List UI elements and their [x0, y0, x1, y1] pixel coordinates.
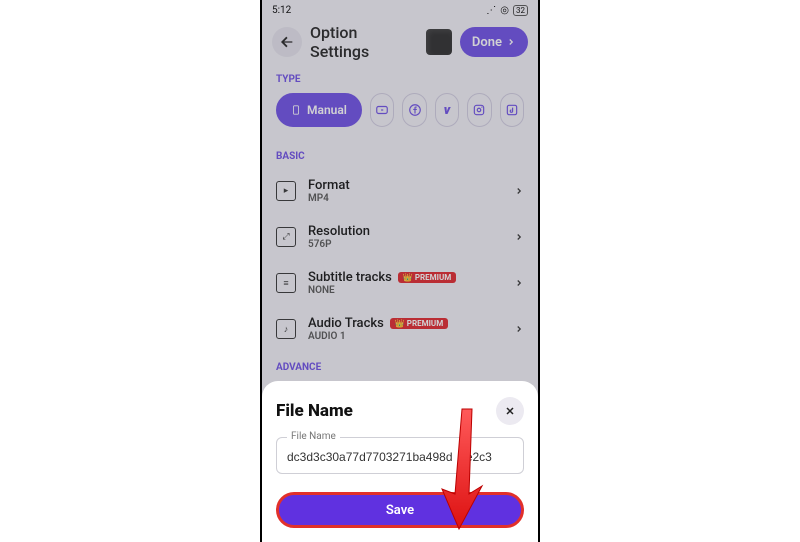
subtitle-icon: ≡	[276, 273, 296, 293]
phone-frame: 5:12 ⋰ ◎ 32 Option Settings Done TYPE Ma…	[260, 0, 540, 542]
chevron-right-icon	[506, 37, 516, 47]
close-button[interactable]	[496, 397, 524, 425]
battery-icon: 32	[513, 5, 528, 16]
type-youtube[interactable]	[370, 93, 394, 127]
filename-input[interactable]	[287, 450, 513, 464]
facebook-icon	[408, 103, 422, 117]
type-tiktok[interactable]	[500, 93, 524, 127]
premium-label: PREMIUM	[415, 273, 451, 282]
premium-badge: 👑 PREMIUM	[390, 318, 448, 329]
row-audio[interactable]: ♪ Audio Tracks 👑 PREMIUM AUDIO 1	[262, 306, 538, 352]
row-format-title: Format	[308, 178, 502, 193]
premium-label: PREMIUM	[407, 319, 443, 328]
row-audio-value: AUDIO 1	[308, 331, 502, 342]
row-resolution-title: Resolution	[308, 224, 502, 239]
filename-sheet: File Name File Name Save	[262, 381, 538, 542]
arrow-left-icon	[279, 34, 295, 50]
row-subtitle[interactable]: ≡ Subtitle tracks 👑 PREMIUM NONE	[262, 260, 538, 306]
section-type-label: TYPE	[262, 64, 538, 91]
section-basic-label: BASIC	[262, 141, 538, 168]
vimeo-icon: v	[444, 103, 451, 118]
audio-icon: ♪	[276, 319, 296, 339]
instagram-icon	[472, 103, 486, 117]
section-advance-label: ADVANCE	[262, 352, 538, 379]
back-button[interactable]	[272, 27, 302, 57]
resolution-icon: ⤢	[276, 227, 296, 247]
close-icon	[504, 405, 516, 417]
save-button[interactable]: Save	[276, 492, 524, 528]
page-title: Option Settings	[310, 23, 418, 61]
type-manual[interactable]: Manual	[276, 93, 362, 127]
type-instagram[interactable]	[467, 93, 491, 127]
type-vimeo[interactable]: v	[435, 93, 459, 127]
chevron-right-icon	[514, 184, 524, 198]
row-resolution[interactable]: ⤢ Resolution 576P	[262, 214, 538, 260]
wifi-icon: ⋰	[486, 5, 496, 16]
app-header: Option Settings Done	[262, 20, 538, 64]
phone-icon	[291, 103, 301, 117]
done-label: Done	[472, 35, 502, 50]
chevron-right-icon	[514, 322, 524, 336]
premium-badge: 👑 PREMIUM	[398, 272, 456, 283]
tiktok-icon	[505, 103, 519, 117]
chevron-right-icon	[514, 230, 524, 244]
type-manual-label: Manual	[307, 103, 347, 117]
ring-icon: ◎	[500, 5, 509, 16]
preview-thumbnail[interactable]	[426, 29, 452, 55]
type-facebook[interactable]	[402, 93, 426, 127]
row-format[interactable]: ▸ Format MP4	[262, 168, 538, 214]
filename-field-wrap: File Name	[276, 437, 524, 474]
youtube-icon	[375, 103, 389, 117]
basic-list: ▸ Format MP4 ⤢ Resolution 576P ≡ Subtitl…	[262, 168, 538, 352]
row-audio-title: Audio Tracks	[308, 316, 384, 331]
row-format-value: MP4	[308, 193, 502, 204]
format-icon: ▸	[276, 181, 296, 201]
row-subtitle-value: NONE	[308, 285, 502, 296]
sheet-title: File Name	[276, 401, 353, 421]
status-right: ⋰ ◎ 32	[486, 5, 528, 16]
type-selector: Manual v	[262, 91, 538, 141]
status-time: 5:12	[272, 5, 291, 16]
chevron-right-icon	[514, 276, 524, 290]
save-label: Save	[386, 503, 414, 518]
row-subtitle-title: Subtitle tracks	[308, 270, 392, 285]
status-bar: 5:12 ⋰ ◎ 32	[262, 0, 538, 20]
done-button[interactable]: Done	[460, 27, 528, 57]
row-resolution-value: 576P	[308, 239, 502, 250]
filename-label: File Name	[287, 431, 340, 442]
